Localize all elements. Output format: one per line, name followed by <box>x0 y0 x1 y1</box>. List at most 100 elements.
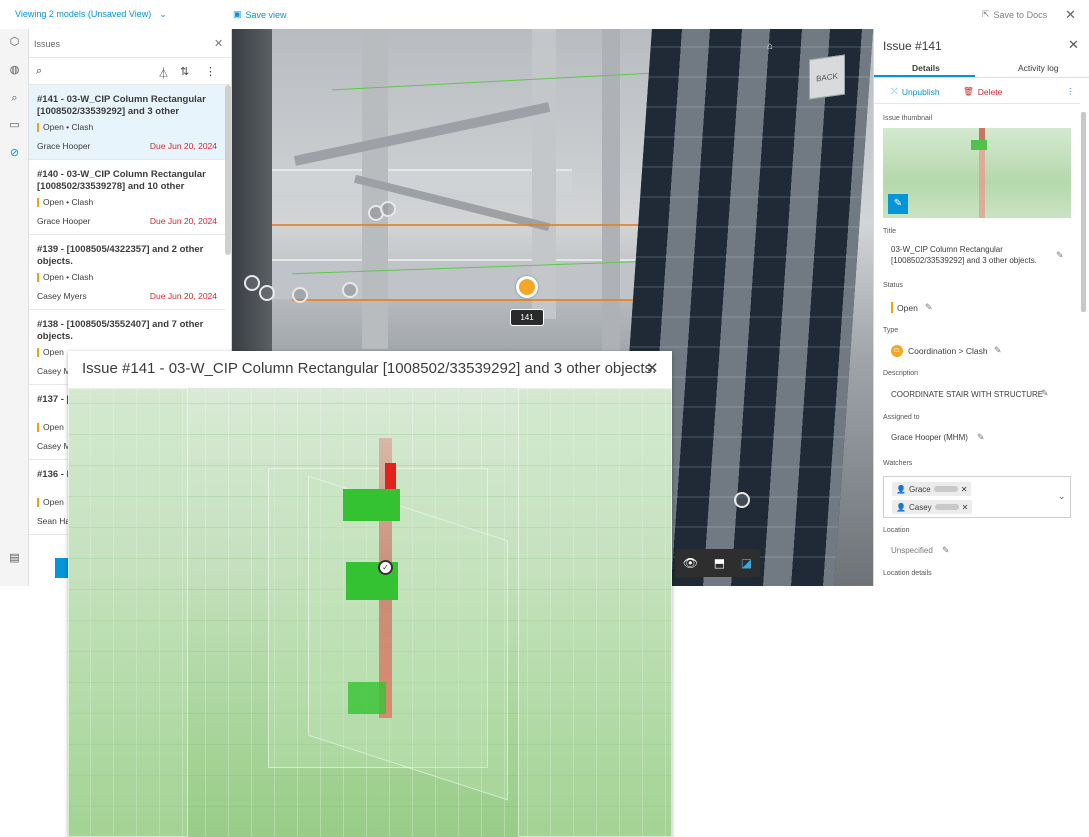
more-options-icon[interactable]: ⋮ <box>205 65 216 78</box>
remove-watcher-icon[interactable]: ✕ <box>961 485 968 494</box>
left-tool-rail: ⬡ ◍ ⌕ ▭ ⊘ ▤ <box>0 29 29 586</box>
issue-pin[interactable] <box>734 492 750 508</box>
tab-details[interactable]: Details <box>912 63 940 73</box>
close-icon[interactable]: ✕ <box>1068 37 1079 53</box>
selected-issue-pin[interactable] <box>516 276 538 298</box>
watcher-name-redacted <box>934 504 959 510</box>
issue-pin[interactable] <box>259 285 275 301</box>
type-value: Coordination > Clash <box>908 346 988 356</box>
delete-button[interactable]: 🗑 Delete <box>963 86 1002 97</box>
close-icon[interactable]: ✕ <box>214 37 223 50</box>
details-scrollbar[interactable] <box>1081 112 1086 312</box>
issue-pin[interactable] <box>342 282 358 298</box>
sort-icon[interactable]: ⇅ <box>180 65 189 78</box>
active-tab-indicator <box>874 75 975 77</box>
type-badge: CL <box>891 345 903 357</box>
thumbnail-graphic <box>971 140 987 150</box>
issue-due-date: Due Jun 20, 2024 <box>149 141 217 151</box>
tab-activity-log[interactable]: Activity log <box>1018 63 1059 73</box>
issue-thumbnail-popup: Issue #141 - 03-W_CIP Column Rectangular… <box>68 351 672 837</box>
view-cube[interactable]: BACK <box>809 54 845 100</box>
issue-list-item[interactable]: #139 - [1008505/4322357] and 2 other obj… <box>29 235 225 310</box>
edit-icon[interactable]: ✎ <box>1041 388 1049 399</box>
status-indicator <box>37 272 39 282</box>
issue-pin[interactable] <box>244 275 260 291</box>
search-icon[interactable]: ⌕ <box>36 65 42 78</box>
ghosted-geometry <box>518 388 672 837</box>
unpublish-label: Unpublish <box>901 86 940 97</box>
edit-icon[interactable]: ✎ <box>942 545 950 556</box>
save-icon: ▣ <box>233 9 242 19</box>
unpublish-button[interactable]: ⤬ Unpublish <box>891 86 940 97</box>
watcher-chip: 👤 Grace ✕ <box>892 482 972 496</box>
sheets-icon[interactable]: ▤ <box>8 552 21 565</box>
issue-pin[interactable] <box>380 201 396 217</box>
models-dropdown[interactable]: Viewing 2 models (Unsaved View) ⌄ <box>15 9 167 20</box>
edit-icon[interactable]: ✎ <box>1056 250 1064 261</box>
user-icon: 👤 <box>896 502 906 512</box>
issue-thumbnail[interactable] <box>883 128 1071 218</box>
issue-pin-label: 141 <box>510 309 544 326</box>
issues-icon[interactable]: ⊘ <box>8 147 21 160</box>
description-value: COORDINATE STAIR WITH STRUCTURE <box>891 390 1044 399</box>
issue-list-item[interactable]: #141 - 03-W_CIP Column Rectangular [1008… <box>29 85 225 160</box>
model-browser-icon[interactable]: ⬡ <box>8 36 21 49</box>
issue-due-date: Due Jun 20, 2024 <box>149 216 217 226</box>
issue-details-panel: Issue #141 ✕ Details Activity log ⤬ Unpu… <box>873 29 1089 586</box>
top-bar: Viewing 2 models (Unsaved View) ⌄ ▣ Save … <box>0 0 1089 29</box>
save-to-docs-label: Save to Docs <box>993 9 1048 20</box>
chevron-down-icon[interactable]: ⌄ <box>1058 491 1066 502</box>
remove-watcher-icon[interactable]: ✕ <box>962 503 969 512</box>
chevron-down-icon: ⌄ <box>159 9 167 19</box>
close-icon[interactable]: ✕ <box>646 359 659 377</box>
user-icon: 👤 <box>896 484 906 494</box>
issue-status: Open • Clash <box>43 122 94 132</box>
issue-status: Open • Clash <box>43 197 94 207</box>
save-view-button[interactable]: ▣ Save view <box>233 9 287 20</box>
issue-title: #138 - [1008505/3552407] and 7 other obj… <box>37 319 204 342</box>
location-details-label: Location details <box>883 570 932 577</box>
model-geometry <box>602 29 620 359</box>
close-icon[interactable]: ✕ <box>1065 7 1076 23</box>
description-label: Description <box>883 370 919 377</box>
edit-icon[interactable]: ✎ <box>977 432 985 443</box>
search-objects-icon[interactable]: ⌕ <box>8 92 21 105</box>
model-geometry <box>292 299 652 301</box>
issue-list-item[interactable]: #140 - 03-W_CIP Column Rectangular [1008… <box>29 160 225 235</box>
issue-due-date: Due Jun 20, 2024 <box>149 291 217 301</box>
model-geometry <box>272 259 652 299</box>
assigned-to-value: Grace Hooper (MHM) <box>891 433 968 442</box>
issue-assignee: Casey M <box>37 366 71 376</box>
issue-title: #139 - [1008505/4322357] and 2 other obj… <box>37 244 204 267</box>
edit-icon[interactable]: ✎ <box>994 345 1002 356</box>
edit-icon[interactable]: ✎ <box>925 302 933 313</box>
edit-thumbnail-button[interactable]: ✎ <box>888 194 908 214</box>
issue-pin[interactable] <box>292 287 308 303</box>
watchers-field[interactable]: 👤 Grace ✕ 👤 Casey ✕ ⌄ <box>883 476 1071 518</box>
issue-details-title: Issue #141 <box>883 39 942 53</box>
title-value: 03-W_CIP Column Rectangular [1008502/335… <box>891 245 1037 265</box>
issues-scrollbar[interactable] <box>225 85 231 255</box>
type-label: Type <box>883 327 899 334</box>
globe-icon[interactable]: ◍ <box>8 64 21 77</box>
location-label: Location <box>883 527 910 534</box>
status-indicator <box>37 122 39 132</box>
visibility-icon[interactable]: 👁 <box>683 556 698 570</box>
issue-title: #141 - 03-W_CIP Column Rectangular [1008… <box>37 94 206 119</box>
status-indicator <box>37 347 39 357</box>
issue-actions: ⤬ Unpublish 🗑 Delete ⋮ <box>874 78 1080 104</box>
more-options-icon[interactable]: ⋮ <box>1066 86 1075 97</box>
ghosted-geometry <box>68 388 188 837</box>
save-to-docs-button[interactable]: ⇱ Save to Docs <box>982 9 1047 20</box>
markup-icon[interactable]: ▭ <box>8 119 21 132</box>
popup-title: Issue #141 - 03-W_CIP Column Rectangular… <box>82 360 657 377</box>
viewer-toolbar: 👁 ⬒ ◪ <box>675 549 760 577</box>
section-icon[interactable]: ◪ <box>741 556 752 570</box>
status-indicator <box>37 422 39 432</box>
title-label: Title <box>883 228 896 235</box>
filter-icon[interactable]: ⏃ <box>158 65 169 81</box>
issue-assignee: Grace Hooper <box>37 216 91 226</box>
isolate-icon[interactable]: ⬒ <box>714 556 725 570</box>
model-geometry <box>272 224 652 226</box>
home-icon[interactable]: ⌂ <box>767 41 773 52</box>
